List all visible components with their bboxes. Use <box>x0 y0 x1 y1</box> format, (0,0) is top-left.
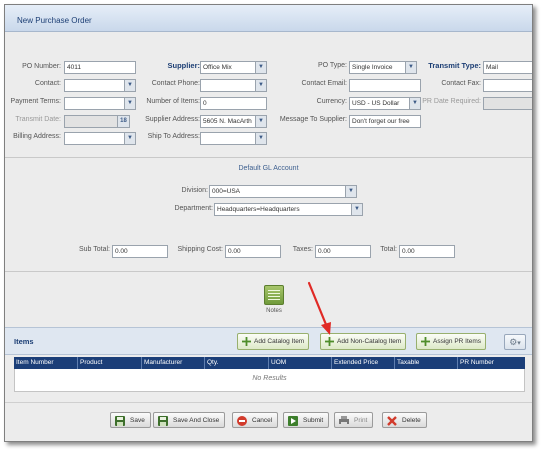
annotation-arrow <box>307 281 331 335</box>
purchase-order-window: New Purchase Order PO Number: 4011 Suppl… <box>4 4 533 442</box>
